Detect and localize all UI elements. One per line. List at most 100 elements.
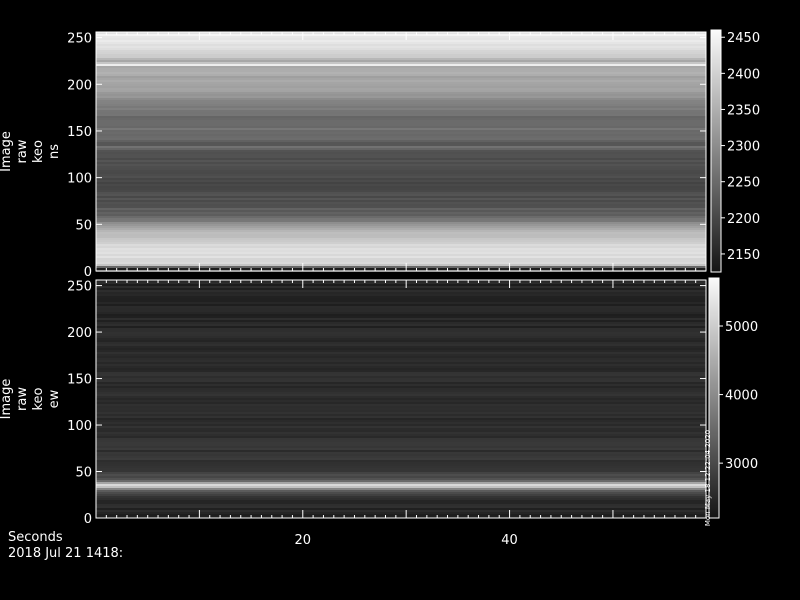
heatmap-row	[96, 160, 706, 162]
heatmap-row	[96, 380, 706, 382]
heatmap-row	[96, 154, 706, 156]
y-label-line: keo	[31, 387, 46, 410]
heatmap-row	[96, 334, 706, 336]
heatmap-row	[96, 442, 706, 444]
heatmap-row	[96, 310, 706, 312]
y-tick-label: 0	[84, 265, 92, 280]
heatmap-row	[96, 332, 706, 334]
y-label-line: ew	[47, 389, 62, 408]
heatmap-row	[96, 400, 706, 402]
heatmap-row	[96, 416, 706, 418]
y-tick-label: 50	[75, 218, 92, 233]
heatmap-row	[96, 128, 706, 130]
colorbar-tick-label: 2450	[727, 31, 760, 46]
heatmap-row	[96, 102, 706, 104]
heatmap-row	[96, 436, 706, 438]
heatmap-row	[96, 106, 706, 108]
heatmap-row	[96, 208, 706, 210]
heatmap-row	[96, 418, 706, 420]
heatmap-row	[96, 188, 706, 190]
heatmap-row	[96, 210, 706, 212]
heatmap-row	[96, 476, 706, 478]
heatmap-row	[96, 254, 706, 256]
heatmap-row	[96, 58, 706, 60]
heatmap-row	[96, 80, 706, 82]
heatmap-row	[96, 466, 706, 468]
heatmap-row	[96, 496, 706, 498]
heatmap-row	[96, 54, 706, 56]
heatmap-row	[96, 282, 706, 284]
heatmap-row	[96, 72, 706, 74]
colorbar-tick-label: 2350	[727, 103, 760, 118]
heatmap-row	[96, 132, 706, 134]
heatmap-row	[96, 64, 706, 66]
heatmap-row	[96, 206, 706, 208]
heatmap-row	[96, 342, 706, 344]
heatmap-row	[96, 200, 706, 202]
heatmap-row	[96, 104, 706, 106]
heatmap-row	[96, 302, 706, 304]
heatmap-row	[96, 338, 706, 340]
heatmap-row	[96, 108, 706, 110]
heatmap-row	[96, 424, 706, 426]
heatmap-row	[96, 412, 706, 414]
heatmap-row	[96, 66, 706, 68]
y-tick-label: 100	[67, 172, 92, 187]
heatmap-row	[96, 48, 706, 50]
heatmap-row	[96, 178, 706, 180]
heatmap-row	[96, 414, 706, 416]
heatmap-row	[96, 240, 706, 242]
heatmap-row	[96, 360, 706, 362]
heatmap-row	[96, 344, 706, 346]
x-tick-label: 40	[501, 533, 518, 548]
heatmap-row	[96, 298, 706, 300]
heatmap-row	[96, 204, 706, 206]
heatmap-row	[96, 202, 706, 204]
y-tick-label: 200	[67, 326, 92, 341]
heatmap-row	[96, 156, 706, 158]
heatmap-row	[96, 214, 706, 216]
heatmap-row	[96, 126, 706, 128]
heatmap-row	[96, 478, 706, 480]
heatmap-row	[96, 452, 706, 454]
heatmap-row	[96, 444, 706, 446]
heatmap-row	[96, 500, 706, 502]
heatmap-row	[96, 246, 706, 248]
y-label-line: raw	[15, 139, 30, 163]
heatmap-row	[96, 44, 706, 46]
heatmap-row	[96, 250, 706, 252]
heatmap-row	[96, 144, 706, 146]
heatmap-row	[96, 404, 706, 406]
heatmap-row	[96, 328, 706, 330]
heatmap-row	[96, 358, 706, 360]
heatmap-row	[96, 226, 706, 228]
colorbar-tick-label: 2400	[727, 67, 760, 82]
heatmap-row	[96, 242, 706, 244]
heatmap-row	[96, 426, 706, 428]
heatmap-row	[96, 372, 706, 374]
heatmap-row	[96, 340, 706, 342]
heatmap-row	[96, 402, 706, 404]
x-tick-label: 20	[295, 533, 312, 548]
heatmap-row	[96, 118, 706, 120]
heatmap-row	[96, 218, 706, 220]
heatmap-row	[96, 262, 706, 264]
heatmap-row	[96, 474, 706, 476]
heatmap-row	[96, 50, 706, 52]
heatmap-row	[96, 124, 706, 126]
heatmap-row	[96, 394, 706, 396]
heatmap-row	[96, 354, 706, 356]
heatmap-row	[96, 140, 706, 142]
heatmap-row	[96, 370, 706, 372]
x-axis-label: Seconds	[8, 530, 63, 545]
heatmap-row	[96, 258, 706, 260]
heatmap-row	[96, 494, 706, 496]
y-tick-label: 150	[67, 373, 92, 388]
heatmap-row	[96, 514, 706, 516]
heatmap-row	[96, 356, 706, 358]
heatmap-row	[96, 176, 706, 178]
heatmap-row	[96, 510, 706, 512]
heatmap-row	[96, 228, 706, 230]
heatmap-row	[96, 266, 706, 268]
heatmap-row	[96, 480, 706, 482]
